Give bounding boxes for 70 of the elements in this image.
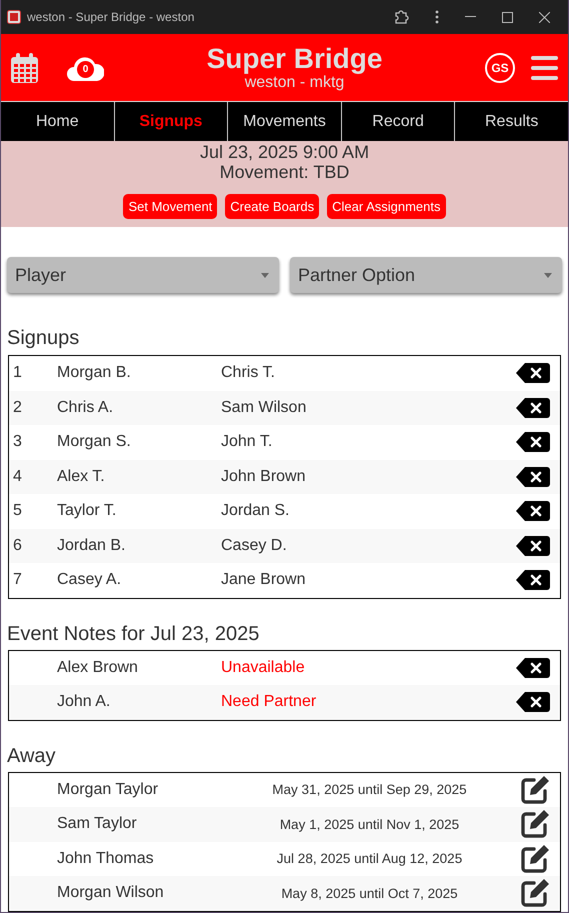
player-name: Alex T. xyxy=(57,468,106,486)
edit-icon[interactable] xyxy=(520,809,550,840)
delete-icon[interactable] xyxy=(516,501,550,522)
away-period: Jul 28, 2025 until Aug 12, 2025 xyxy=(276,851,464,866)
delete-icon[interactable] xyxy=(516,432,550,452)
partner-name: Chris T. xyxy=(221,364,276,382)
player-name: Sam Taylor xyxy=(57,815,138,834)
player-name: Morgan Taylor xyxy=(57,780,160,799)
dropdown-caret-icon xyxy=(261,272,269,278)
dropdown-caret-icon xyxy=(544,272,552,278)
select-field[interactable]: Partner Option xyxy=(290,257,562,293)
partner-name: Jane Brown xyxy=(221,571,306,590)
player-name: Jordan B. xyxy=(57,536,126,555)
section-heading: Signups xyxy=(7,327,80,349)
more-icon[interactable] xyxy=(435,10,439,24)
app-title: Super Bridge xyxy=(206,44,384,74)
note-text: Need Partner xyxy=(221,693,318,712)
row-number: 1 xyxy=(13,364,23,382)
player-name: Morgan S. xyxy=(57,433,132,452)
action-button[interactable]: Clear Assignments xyxy=(327,194,446,219)
player-name: Morgan Wilson xyxy=(57,884,165,902)
row-number: 2 xyxy=(13,398,23,417)
delete-icon[interactable] xyxy=(516,658,550,678)
minimize-icon[interactable] xyxy=(465,16,476,18)
player-name: Taylor T. xyxy=(57,502,118,520)
player-name: John A. xyxy=(57,693,112,712)
event-movement: Movement: TBD xyxy=(218,162,350,182)
edit-icon[interactable] xyxy=(520,774,550,805)
edit-icon[interactable] xyxy=(520,878,550,908)
away-period: May 31, 2025 until Sep 29, 2025 xyxy=(271,782,468,798)
app-subtitle: weston - mktg xyxy=(244,74,344,92)
row-number: 6 xyxy=(13,536,23,555)
player-name: Alex Brown xyxy=(57,658,139,677)
delete-icon[interactable] xyxy=(516,570,550,590)
away-period: May 1, 2025 until Nov 1, 2025 xyxy=(278,816,460,832)
row-number: 4 xyxy=(13,468,23,486)
row-number: 3 xyxy=(13,433,23,452)
row-number: 5 xyxy=(13,502,23,520)
event-datetime: Jul 23, 2025 9:00 AM xyxy=(198,142,370,162)
delete-icon[interactable] xyxy=(516,398,550,418)
note-text: Unavailable xyxy=(221,658,306,677)
away-period: May 8, 2025 until Oct 7, 2025 xyxy=(280,886,459,901)
section-heading: Away xyxy=(7,744,57,766)
close-icon[interactable] xyxy=(539,12,550,22)
action-button[interactable]: Create Boards xyxy=(225,194,320,219)
menu-icon[interactable] xyxy=(531,56,558,80)
maximize-icon[interactable] xyxy=(502,12,513,22)
edit-icon[interactable] xyxy=(520,844,550,874)
partner-name: John Brown xyxy=(221,468,306,486)
user-avatar[interactable]: GS xyxy=(485,52,515,82)
partner-name: Jordan S. xyxy=(221,502,290,520)
partner-name: Sam Wilson xyxy=(221,398,308,417)
select-field[interactable]: Player xyxy=(7,257,279,293)
delete-icon[interactable] xyxy=(516,466,550,487)
calendar-icon[interactable] xyxy=(11,52,38,82)
action-button[interactable]: Set Movement xyxy=(123,194,218,219)
delete-icon[interactable] xyxy=(516,363,550,384)
player-name: Casey A. xyxy=(57,571,122,590)
delete-icon[interactable] xyxy=(516,692,550,712)
player-name: Chris A. xyxy=(57,398,114,417)
partner-name: Casey D. xyxy=(221,536,288,555)
extension-icon[interactable] xyxy=(393,9,409,25)
section-heading: Event Notes for Jul 23, 2025 xyxy=(7,622,260,644)
app-icon xyxy=(7,10,21,24)
player-name: Morgan B. xyxy=(57,364,132,382)
window-title: weston - Super Bridge - weston xyxy=(27,10,194,24)
row-number: 7 xyxy=(13,571,23,590)
player-name: John Thomas xyxy=(57,850,155,868)
partner-name: John T. xyxy=(221,433,274,452)
delete-icon[interactable] xyxy=(516,536,550,556)
